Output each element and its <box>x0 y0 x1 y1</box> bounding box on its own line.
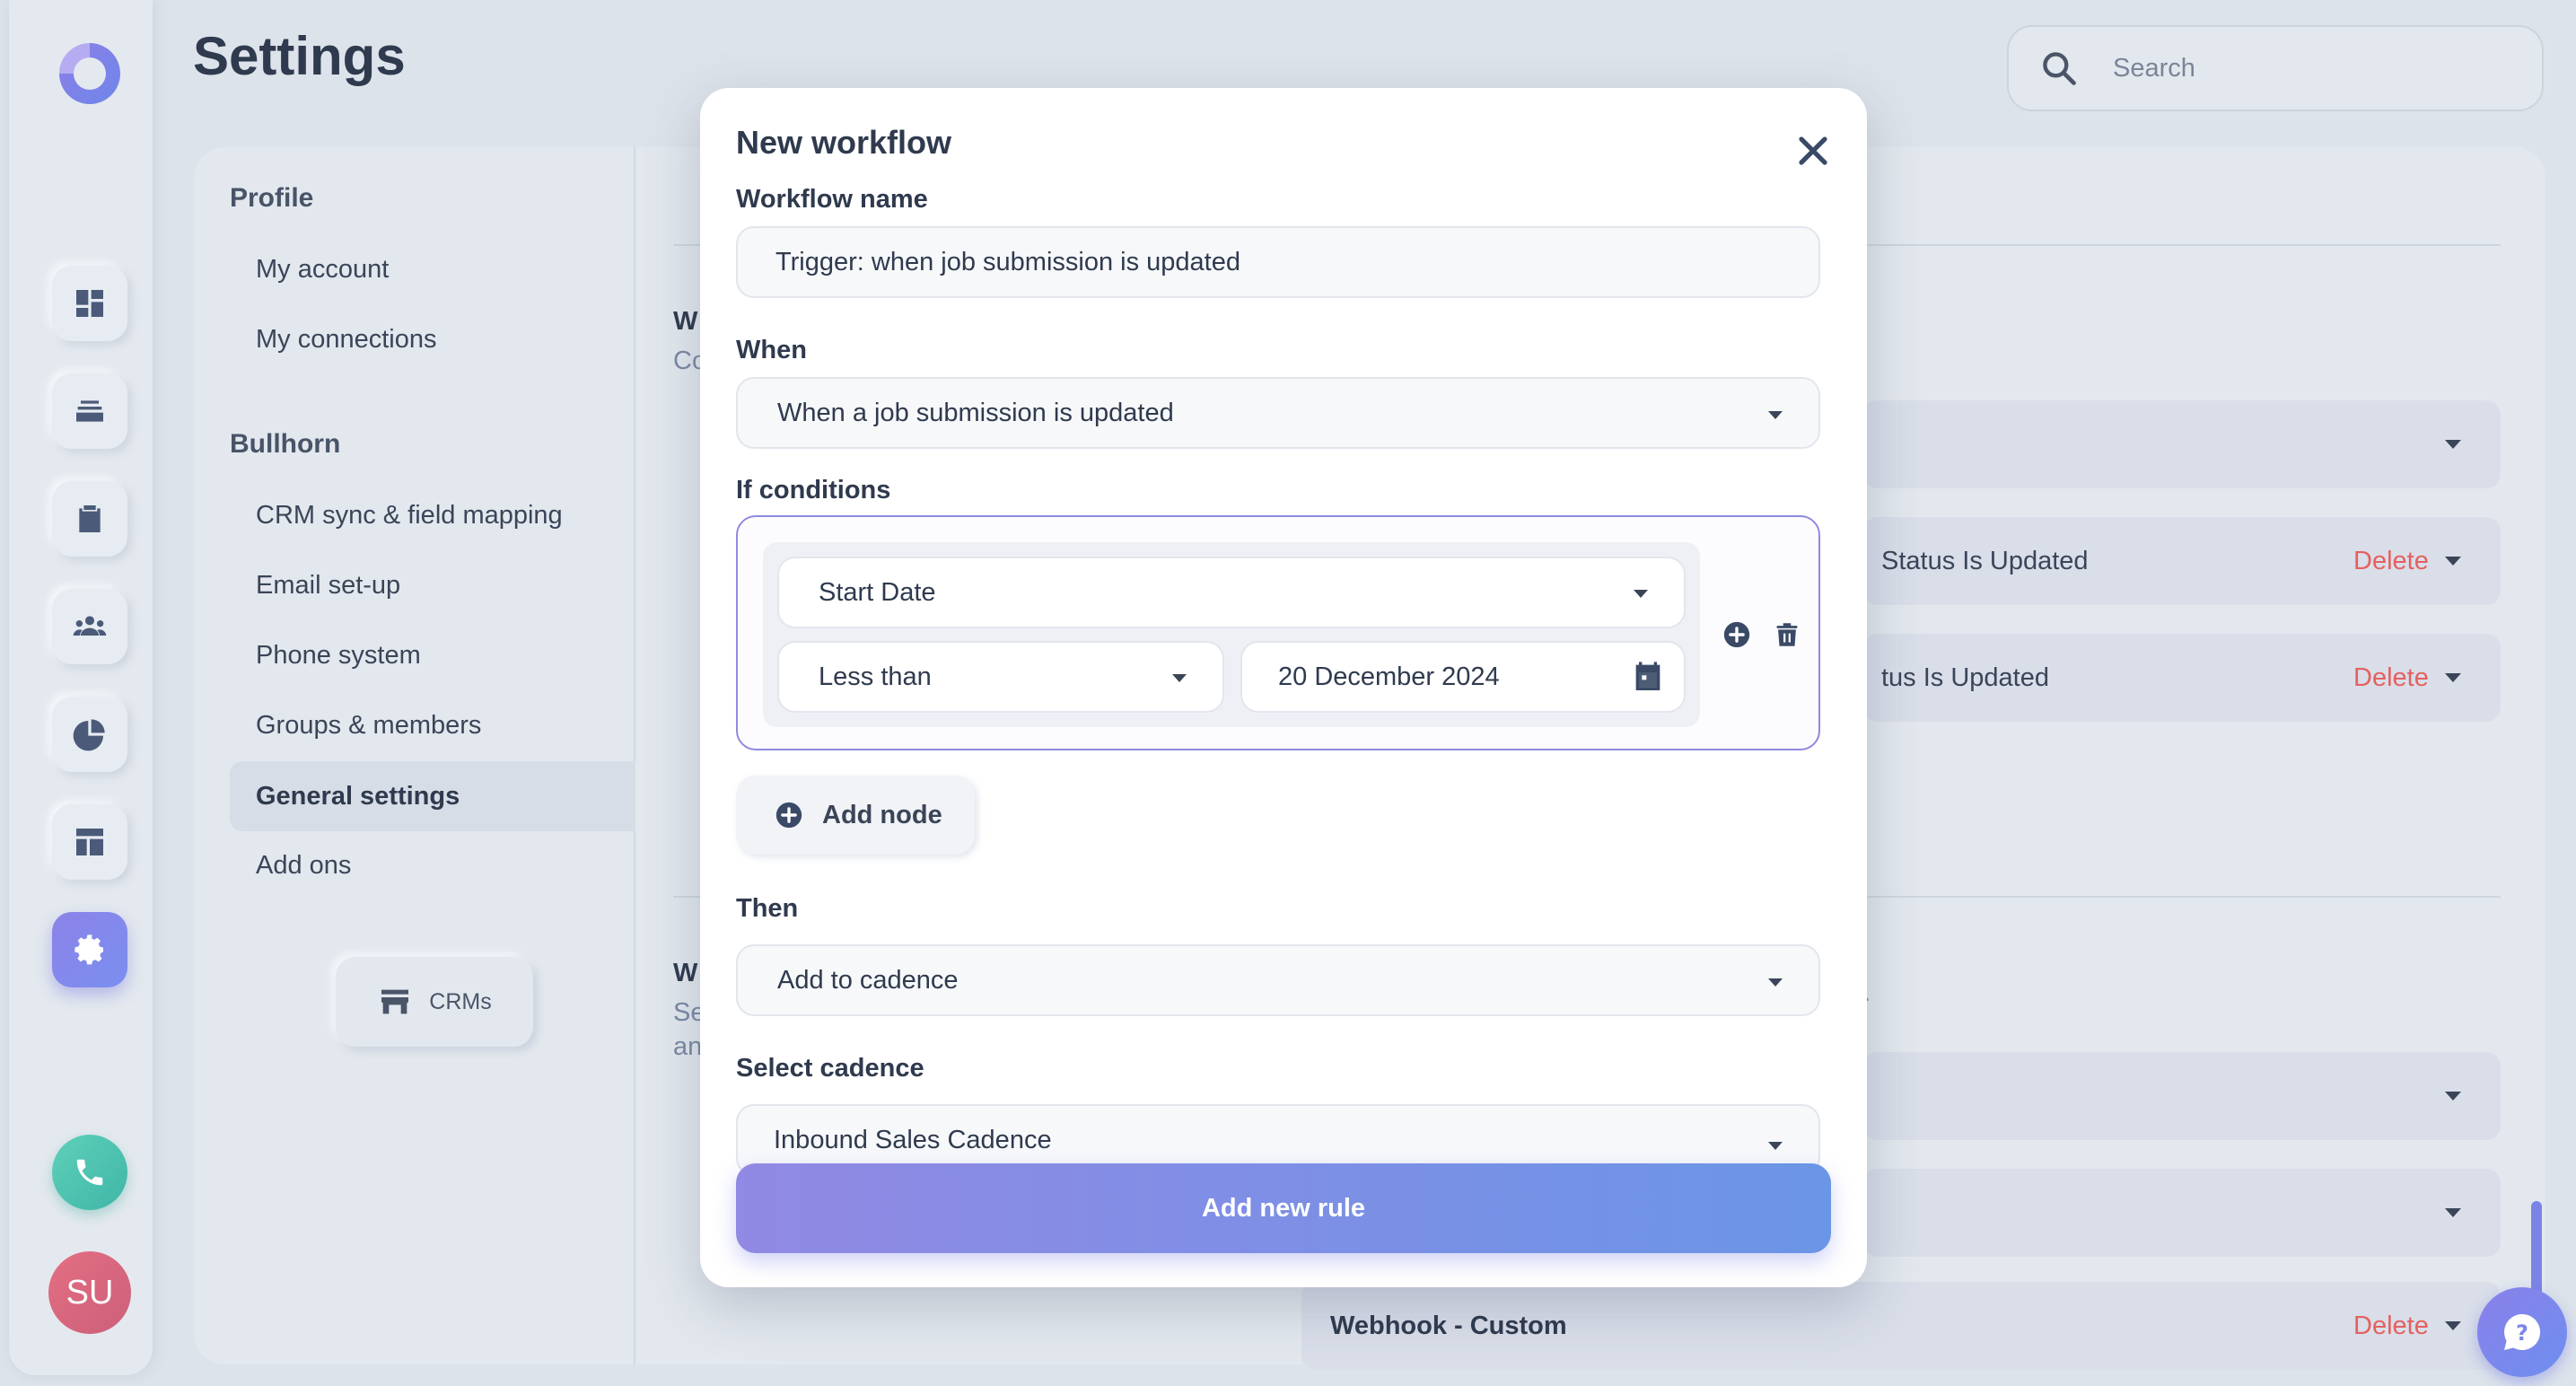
chevron-down-icon <box>1768 411 1783 419</box>
workflow-row[interactable] <box>1863 1052 2501 1140</box>
section-title-fragment: W <box>673 959 698 987</box>
condition-operator-value: Less than <box>819 662 932 691</box>
inbox-icon <box>76 400 103 422</box>
nav-inbox[interactable] <box>52 373 127 449</box>
when-select[interactable]: When a job submission is updated <box>736 377 1820 449</box>
calendar-icon[interactable] <box>1630 659 1666 695</box>
page-title: Settings <box>193 26 406 86</box>
condition-field-value: Start Date <box>819 577 936 607</box>
subnav-item-phone-system[interactable]: Phone system <box>256 641 421 671</box>
add-node-button[interactable]: Add node <box>736 776 975 855</box>
select-cadence-label: Select cadence <box>736 1054 924 1083</box>
close-icon[interactable] <box>1790 127 1836 174</box>
search-box[interactable] <box>2007 25 2544 111</box>
subnav-item-general-settings[interactable]: General settings <box>230 761 635 831</box>
subnav-item-my-account[interactable]: My account <box>256 255 389 285</box>
nav-team[interactable] <box>52 589 127 664</box>
left-rail: SU <box>9 0 153 1375</box>
subnav-item-my-connections[interactable]: My connections <box>256 325 437 355</box>
store-icon <box>381 989 409 1014</box>
subnav-item-add-ons[interactable]: Add ons <box>256 851 351 881</box>
dashboard-icon <box>76 290 103 317</box>
chevron-down-icon[interactable] <box>2445 557 2461 566</box>
delete-button[interactable]: Delete <box>2353 1311 2429 1341</box>
plus-circle-icon <box>775 802 802 829</box>
then-select-value: Add to cadence <box>777 965 959 995</box>
delete-button[interactable]: Delete <box>2353 547 2429 576</box>
search-input[interactable] <box>2111 52 2488 84</box>
workflow-row[interactable]: Status Is Updated Delete <box>1863 517 2501 605</box>
subnav-group-bullhorn: Bullhorn <box>230 429 341 459</box>
chevron-down-icon <box>1634 590 1648 598</box>
chevron-down-icon[interactable] <box>2445 1321 2461 1330</box>
help-chat-icon: ? <box>2504 1313 2541 1350</box>
workflow-name-field[interactable] <box>736 226 1820 298</box>
phone-icon <box>76 1159 103 1186</box>
workflow-row-label: Webhook - Custom <box>1330 1311 1567 1340</box>
gear-icon <box>74 934 103 965</box>
layout-icon <box>76 829 103 855</box>
trash-icon[interactable] <box>1772 619 1802 650</box>
clipboard-icon <box>79 505 101 532</box>
add-node-label: Add node <box>822 800 942 829</box>
team-icon <box>73 616 107 636</box>
new-workflow-modal: New workflow Workflow name When When a j… <box>700 88 1867 1287</box>
nav-reports[interactable] <box>52 697 127 772</box>
phone-button[interactable] <box>52 1135 127 1210</box>
modal-title: New workflow <box>736 124 952 161</box>
then-label: Then <box>736 894 799 923</box>
workflow-row-label: tus Is Updated <box>1881 662 2049 692</box>
chevron-down-icon[interactable] <box>2445 673 2461 682</box>
delete-button[interactable]: Delete <box>2353 663 2429 693</box>
subnav-item-crm-sync[interactable]: CRM sync & field mapping <box>256 501 563 531</box>
search-icon <box>2043 52 2076 85</box>
if-conditions-label: If conditions <box>736 476 891 504</box>
workflow-row[interactable] <box>1863 1169 2501 1257</box>
section-title-fragment: W <box>673 307 698 336</box>
section-desc-fragment: an <box>673 1032 703 1061</box>
chevron-down-icon <box>1172 674 1187 682</box>
workflow-row[interactable]: tus Is Updated Delete <box>1863 634 2501 722</box>
add-new-rule-button[interactable]: Add new rule <box>736 1163 1831 1253</box>
svg-text:?: ? <box>2516 1320 2528 1346</box>
chevron-down-icon <box>1768 1142 1783 1150</box>
crms-button-label: CRMs <box>429 988 492 1014</box>
workflow-row[interactable] <box>1863 400 2501 488</box>
condition-operator-select[interactable]: Less than <box>777 641 1224 713</box>
chevron-down-icon <box>1768 978 1783 987</box>
add-condition-icon[interactable] <box>1722 619 1752 650</box>
nav-dashboard[interactable] <box>52 266 127 341</box>
conditions-box: Start Date Less than 20 December 2024 <box>736 515 1820 750</box>
chevron-down-icon[interactable] <box>2445 1208 2461 1217</box>
help-button[interactable]: ? <box>2477 1287 2567 1377</box>
condition-date-value: 20 December 2024 <box>1278 662 1500 691</box>
subnav-item-email-setup[interactable]: Email set-up <box>256 571 400 601</box>
when-label: When <box>736 336 807 364</box>
condition-date-field[interactable]: 20 December 2024 <box>1240 641 1686 713</box>
when-select-value: When a job submission is updated <box>777 398 1174 427</box>
chevron-down-icon[interactable] <box>2445 1092 2461 1101</box>
nav-templates[interactable] <box>52 804 127 880</box>
chevron-down-icon[interactable] <box>2445 440 2461 449</box>
subnav-group-profile: Profile <box>230 183 314 213</box>
workflow-name-label: Workflow name <box>736 185 928 214</box>
app-logo-icon[interactable] <box>56 39 124 108</box>
then-select[interactable]: Add to cadence <box>736 944 1820 1016</box>
nav-settings[interactable] <box>52 912 127 987</box>
condition-node: Start Date Less than 20 December 2024 <box>763 542 1700 727</box>
cadence-select-value: Inbound Sales Cadence <box>774 1125 1052 1154</box>
pie-chart-icon <box>73 719 105 751</box>
workflow-row-label: Status Is Updated <box>1881 546 2089 575</box>
subnav-item-groups-members[interactable]: Groups & members <box>256 711 481 741</box>
avatar[interactable]: SU <box>48 1251 131 1334</box>
settings-subnav: Profile My account My connections Bullho… <box>194 147 635 1364</box>
crms-button[interactable]: CRMs <box>336 957 533 1047</box>
workflow-row[interactable]: Webhook - Custom Delete <box>1301 1282 2501 1370</box>
nav-tasks[interactable] <box>52 481 127 557</box>
workflow-name-input[interactable] <box>774 246 1818 278</box>
condition-field-select[interactable]: Start Date <box>777 557 1686 628</box>
